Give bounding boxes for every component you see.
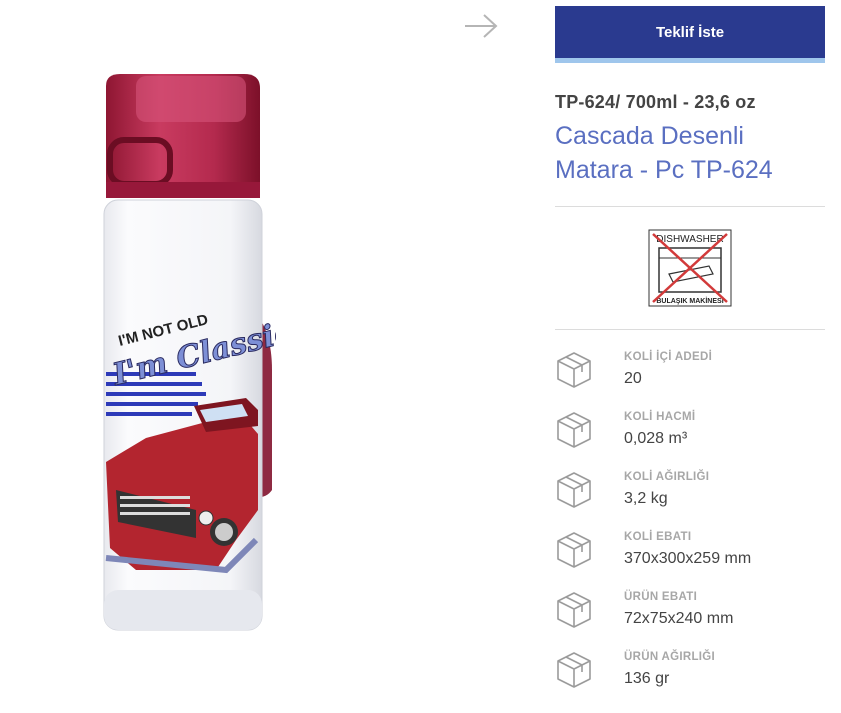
- product-page: I'M NOT OLD I'm Classic Teklif İste TP-6…: [0, 0, 841, 713]
- spec-value: 0,028 m³: [624, 430, 688, 447]
- arrow-right-icon[interactable]: [462, 10, 500, 42]
- spec-item: ÜRÜN AĞIRLIĞI 136 gr: [555, 644, 825, 704]
- spec-value: 72x75x240 mm: [624, 610, 734, 627]
- box-icon: [557, 532, 591, 568]
- no-dishwasher-icon: DISHWASHER BULAŞIK MAKİNESİ: [648, 229, 732, 307]
- box-icon: [557, 652, 591, 688]
- spec-item: KOLİ HACMİ 0,028 m³: [555, 404, 825, 464]
- product-title-line2: Matara - Pc TP-624: [555, 156, 773, 184]
- spec-item: KOLİ EBATI 370x300x259 mm: [555, 524, 825, 584]
- product-title-line1: Cascada Desenli: [555, 122, 744, 150]
- spec-label: KOLİ HACMİ: [624, 411, 696, 423]
- spec-item: KOLİ İÇİ ADEDİ 20: [555, 344, 825, 404]
- spec-value: 370x300x259 mm: [624, 550, 752, 567]
- spec-value: 3,2 kg: [624, 490, 668, 507]
- spec-label: KOLİ İÇİ ADEDİ: [624, 351, 713, 363]
- box-icon: [557, 352, 591, 388]
- dishwasher-label: DISHWASHER: [656, 234, 723, 245]
- spec-value: 20: [624, 370, 642, 387]
- product-image: I'M NOT OLD I'm Classic: [103, 74, 276, 631]
- product-code: TP-624/ 700ml - 23,6 oz: [555, 92, 756, 112]
- spec-label: KOLİ EBATI: [624, 531, 692, 543]
- spec-label: ÜRÜN EBATI: [624, 591, 698, 603]
- spec-value: 136 gr: [624, 670, 670, 687]
- spec-label: ÜRÜN AĞIRLIĞI: [624, 651, 715, 663]
- spec-item: KOLİ AĞIRLIĞI 3,2 kg: [555, 464, 825, 524]
- spec-label: KOLİ AĞIRLIĞI: [624, 471, 710, 483]
- product-details: Teklif İste TP-624/ 700ml - 23,6 oz Casc…: [555, 6, 825, 704]
- request-quote-button[interactable]: Teklif İste: [555, 6, 825, 63]
- spec-list: KOLİ İÇİ ADEDİ 20 KOLİ HACMİ 0,028 m³ KO…: [555, 330, 825, 704]
- box-icon: [557, 592, 591, 628]
- product-title: Cascada Desenli Matara - Pc TP-624: [555, 119, 825, 187]
- dishwasher-label-tr: BULAŞIK MAKİNESİ: [656, 297, 723, 305]
- spec-item: ÜRÜN EBATI 72x75x240 mm: [555, 584, 825, 644]
- dishwasher-section: DISHWASHER BULAŞIK MAKİNESİ: [555, 207, 825, 329]
- box-icon: [557, 472, 591, 508]
- box-icon: [557, 412, 591, 448]
